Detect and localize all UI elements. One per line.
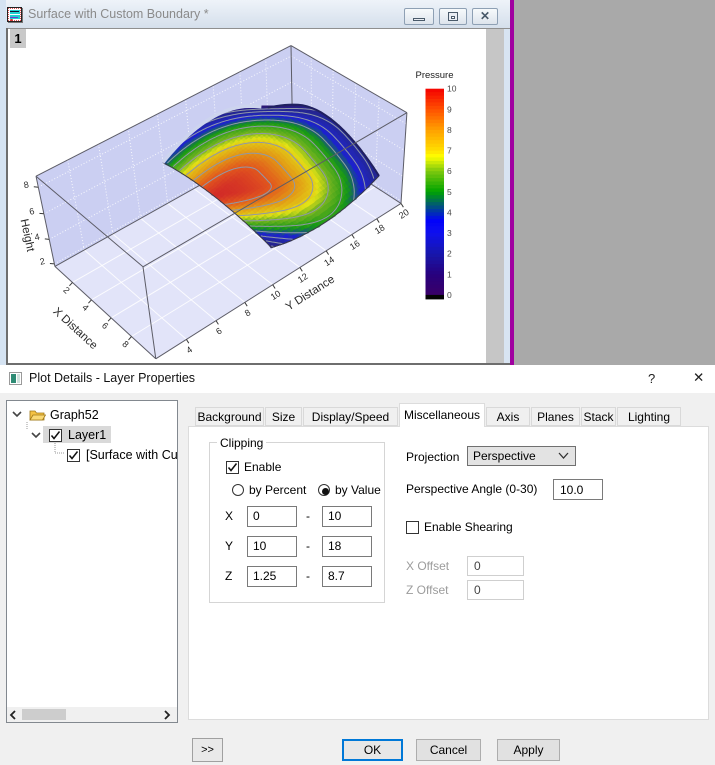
svg-text:6: 6 bbox=[214, 326, 224, 337]
svg-text:10: 10 bbox=[447, 84, 457, 94]
svg-text:3: 3 bbox=[447, 228, 452, 238]
svg-text:4: 4 bbox=[184, 344, 194, 355]
svg-text:20: 20 bbox=[397, 207, 411, 221]
svg-text:5: 5 bbox=[447, 187, 452, 197]
svg-text:6: 6 bbox=[100, 320, 110, 331]
svg-text:2: 2 bbox=[39, 256, 46, 267]
svg-text:12: 12 bbox=[296, 271, 310, 285]
svg-text:8: 8 bbox=[447, 125, 452, 135]
svg-text:Y Distance: Y Distance bbox=[284, 274, 337, 314]
svg-text:9: 9 bbox=[447, 104, 452, 114]
svg-text:4: 4 bbox=[80, 302, 90, 313]
svg-text:8: 8 bbox=[23, 179, 30, 190]
svg-text:18: 18 bbox=[373, 222, 387, 236]
svg-text:1: 1 bbox=[447, 269, 452, 279]
svg-text:X Distance: X Distance bbox=[50, 306, 99, 352]
svg-text:Height: Height bbox=[18, 218, 37, 254]
svg-text:7: 7 bbox=[447, 146, 452, 156]
svg-text:16: 16 bbox=[348, 238, 362, 252]
svg-text:2: 2 bbox=[61, 285, 71, 296]
svg-text:8: 8 bbox=[243, 307, 253, 318]
svg-text:6: 6 bbox=[28, 206, 35, 217]
svg-text:6: 6 bbox=[447, 166, 452, 176]
svg-text:Pressure: Pressure bbox=[415, 70, 453, 81]
svg-text:14: 14 bbox=[322, 254, 336, 268]
svg-text:4: 4 bbox=[447, 207, 452, 217]
svg-text:2: 2 bbox=[447, 249, 452, 259]
svg-text:0: 0 bbox=[447, 290, 452, 300]
svg-text:10: 10 bbox=[269, 288, 283, 302]
svg-text:8: 8 bbox=[120, 339, 130, 350]
